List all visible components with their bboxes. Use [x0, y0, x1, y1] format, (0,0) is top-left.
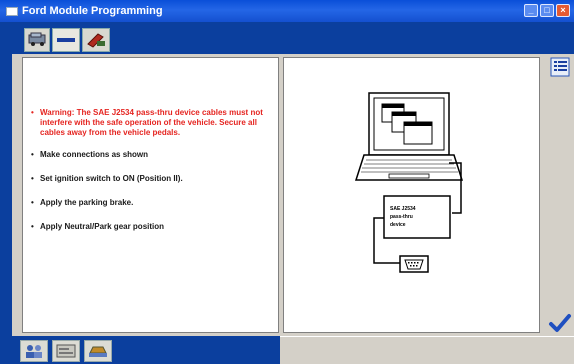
device-label-line: SAE J2534	[390, 206, 416, 212]
warning-text: Warning: The SAE J2534 pass-thru device …	[31, 108, 275, 138]
instruction-step: Set ignition switch to ON (Position II).	[31, 174, 275, 184]
bottom-tab-users[interactable]	[20, 340, 48, 362]
connection-diagram: SAE J2534 pass-thru device	[354, 92, 464, 273]
laptop-icon	[354, 92, 464, 181]
device-label-line: device	[390, 222, 406, 228]
list-icon	[550, 57, 570, 77]
instructions-panel: Warning: The SAE J2534 pass-thru device …	[22, 57, 279, 333]
card-icon	[56, 344, 76, 358]
instruction-step: Apply the parking brake.	[31, 198, 275, 208]
diagram-panel: SAE J2534 pass-thru device	[283, 57, 540, 333]
users-icon	[26, 345, 42, 358]
close-button[interactable]: ×	[556, 4, 570, 17]
toolbar	[0, 22, 574, 54]
device-label-line: pass-thru	[390, 214, 413, 220]
window-controls: _ □ ×	[524, 4, 570, 17]
continue-button[interactable]	[548, 312, 572, 334]
left-frame	[0, 54, 12, 336]
maximize-button[interactable]: □	[540, 4, 554, 17]
dash-icon	[57, 38, 75, 42]
dlc-connector-icon	[399, 255, 429, 273]
tab-tools[interactable]	[82, 28, 110, 52]
checkmark-icon	[549, 314, 571, 332]
vehicle-lift-icon	[89, 346, 107, 357]
wrench-icon	[87, 33, 105, 48]
title-bar: Ford Module Programming _ □ ×	[0, 0, 574, 22]
bottom-tab-vehicle-lift[interactable]	[84, 340, 112, 362]
passthru-device-icon: SAE J2534 pass-thru device	[383, 195, 451, 239]
bottom-tab-card[interactable]	[52, 340, 80, 362]
list-view-button[interactable]	[550, 57, 570, 77]
instruction-step: Make connections as shown	[31, 150, 275, 160]
tab-connection[interactable]	[52, 28, 80, 52]
tab-vehicle[interactable]	[24, 28, 50, 52]
minimize-button[interactable]: _	[524, 4, 538, 17]
instruction-list: Warning: The SAE J2534 pass-thru device …	[31, 108, 275, 246]
bottom-bar	[0, 336, 574, 364]
status-area	[280, 336, 574, 364]
app-icon	[6, 6, 18, 16]
vehicle-icon	[28, 32, 46, 46]
window-title: Ford Module Programming	[22, 5, 163, 17]
instruction-step: Apply Neutral/Park gear position	[31, 222, 275, 232]
